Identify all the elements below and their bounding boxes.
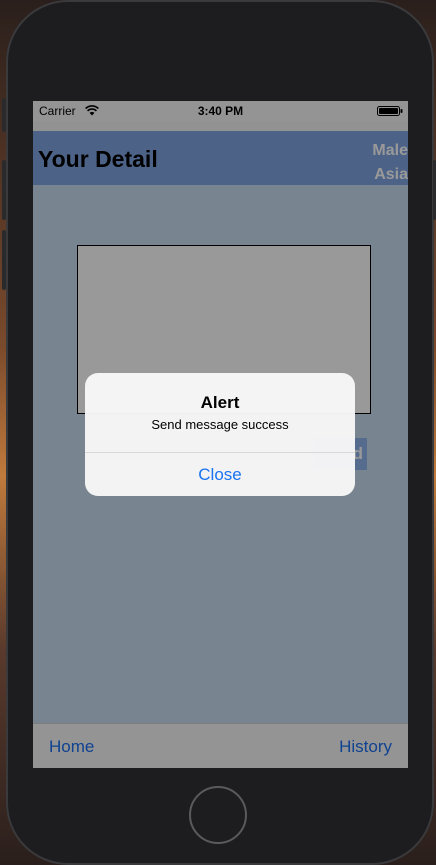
device-screen: Carrier 3:40 PM Your Detail Male Asia d …	[33, 101, 408, 768]
volume-up-button	[2, 160, 6, 220]
alert-dialog: Alert Send message success Close	[85, 373, 355, 496]
alert-title: Alert	[200, 393, 240, 412]
volume-down-button	[2, 230, 6, 290]
alert-message: Send message success	[151, 417, 289, 432]
home-button[interactable]	[189, 786, 247, 844]
alert-close-button[interactable]: Close	[85, 453, 355, 496]
mute-switch	[2, 98, 6, 132]
